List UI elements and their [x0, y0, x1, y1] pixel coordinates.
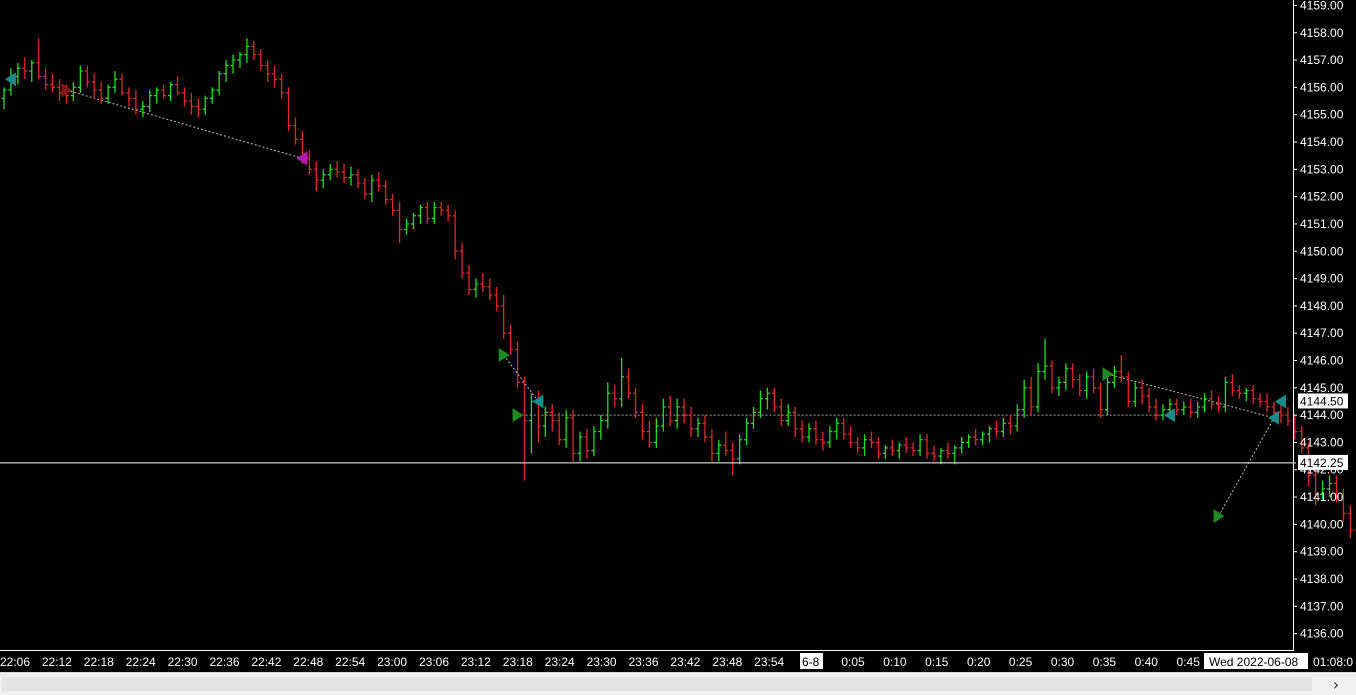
- horizontal-scrollbar[interactable]: ›: [0, 672, 1356, 695]
- y-tick-label: 4141.00: [1300, 490, 1344, 504]
- x-tick-label: 22:36: [209, 655, 239, 669]
- y-tick-label: 4153.00: [1300, 162, 1344, 176]
- y-tick-label: 4137.00: [1300, 599, 1344, 613]
- x-tick-label: 0:35: [1093, 655, 1117, 669]
- y-tick-label: 4147.00: [1300, 326, 1344, 340]
- chevron-right-icon: ›: [1332, 674, 1340, 694]
- x-tick-label: 22:48: [293, 655, 323, 669]
- scrollbar-track[interactable]: [2, 677, 1312, 691]
- x-tick-label: 0:10: [883, 655, 907, 669]
- y-tick-label: 4152.00: [1300, 190, 1344, 204]
- current-price-tag: 4144.50: [1300, 394, 1344, 408]
- y-tick-label: 4148.00: [1300, 299, 1344, 313]
- y-tick-label: 4151.00: [1300, 217, 1344, 231]
- x-tick-label: 23:42: [670, 655, 700, 669]
- date-marker: 6-8: [802, 655, 820, 669]
- y-tick-label: 4154.00: [1300, 135, 1344, 149]
- y-tick-label: 4150.00: [1300, 244, 1344, 258]
- y-tick-label: 4138.00: [1300, 572, 1344, 586]
- y-tick-label: 4159.00: [1300, 0, 1344, 12]
- x-tick-label: 23:18: [503, 655, 533, 669]
- x-tick-label: 22:18: [84, 655, 114, 669]
- x-tick-label: 23:54: [754, 655, 784, 669]
- plot-background: [0, 0, 1356, 672]
- x-tick-label: 22:30: [168, 655, 198, 669]
- scroll-right-button[interactable]: ›: [1316, 673, 1356, 695]
- cursor-time: 01:08:0: [1313, 655, 1353, 669]
- y-tick-label: 4143.00: [1300, 435, 1344, 449]
- x-tick-label: 22:54: [335, 655, 365, 669]
- x-tick-label: 23:24: [545, 655, 575, 669]
- price-chart[interactable]: 4136.00 4137.00 4138.00 4139.00 4140.00 4141.…: [0, 0, 1356, 672]
- y-tick-label: 4140.00: [1300, 517, 1344, 531]
- x-tick-label: 0:20: [967, 655, 991, 669]
- y-tick-label: 4136.00: [1300, 627, 1344, 641]
- y-tick-label: 4145.00: [1300, 381, 1344, 395]
- y-tick-label: 4155.00: [1300, 108, 1344, 122]
- x-tick-label: 23:48: [712, 655, 742, 669]
- x-tick-label: 23:36: [628, 655, 658, 669]
- y-tick-label: 4157.00: [1300, 53, 1344, 67]
- x-tick-label: 0:40: [1135, 655, 1159, 669]
- x-tick-label: 23:12: [461, 655, 491, 669]
- x-tick-label: 22:24: [126, 655, 156, 669]
- x-tick-label: 0:05: [841, 655, 865, 669]
- x-tick-label: 23:06: [419, 655, 449, 669]
- x-tick-label: 22:12: [42, 655, 72, 669]
- x-tick-label: 23:30: [587, 655, 617, 669]
- y-tick-label: 4158.00: [1300, 26, 1344, 40]
- y-tick-label: 4156.00: [1300, 80, 1344, 94]
- x-tick-label: 22:06: [0, 655, 30, 669]
- x-tick-label: 0:30: [1051, 655, 1075, 669]
- x-tick-label: 23:00: [377, 655, 407, 669]
- crosshair-price-tag: 4142.25: [1300, 456, 1344, 470]
- y-tick-label: 4139.00: [1300, 545, 1344, 559]
- x-tick-label: 0:15: [925, 655, 949, 669]
- x-tick-label: 22:42: [251, 655, 281, 669]
- y-tick-label: 4146.00: [1300, 354, 1344, 368]
- cursor-datetime: Wed 2022-06-08: [1209, 655, 1299, 669]
- y-tick-label: 4149.00: [1300, 272, 1344, 286]
- x-tick-label: 0:25: [1009, 655, 1033, 669]
- y-tick-label: 4144.00: [1300, 408, 1344, 422]
- x-tick-label: 0:45: [1177, 655, 1201, 669]
